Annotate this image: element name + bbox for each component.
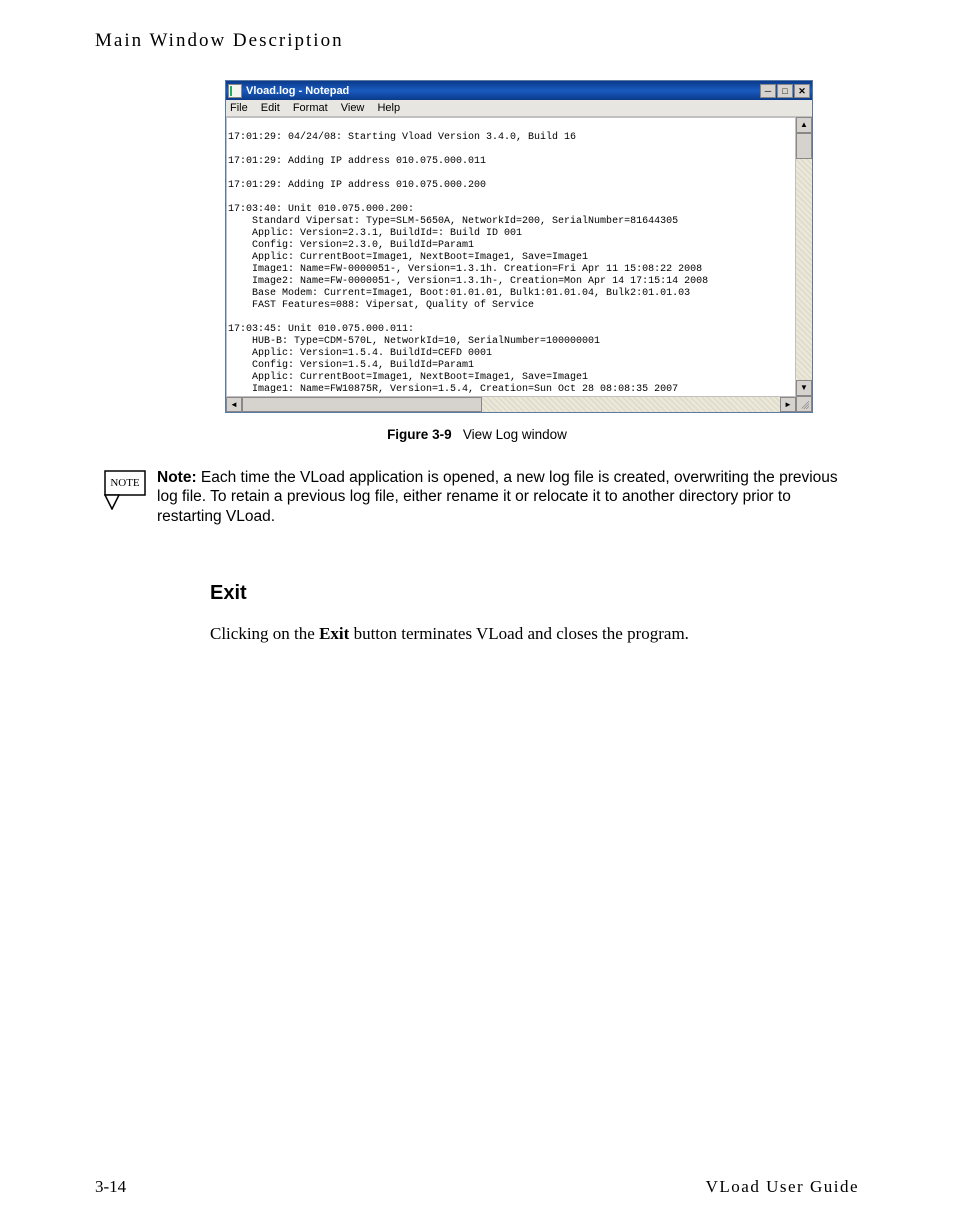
note-text: Note: Each time the VLoad application is…	[157, 468, 859, 526]
section-heading-exit: Exit	[210, 582, 859, 605]
note-badge-icon: NOTE	[95, 468, 147, 515]
notepad-window: Vload.log - Notepad ─ □ ✕ File Edit Form…	[225, 80, 813, 413]
scroll-thumb[interactable]	[796, 133, 812, 159]
log-text-area[interactable]: 17:01:29: 04/24/08: Starting Vload Versi…	[226, 117, 795, 396]
horizontal-scrollbar[interactable]: ◄ ►	[226, 396, 796, 412]
figure-text: View Log window	[463, 427, 567, 442]
menu-format[interactable]: Format	[293, 102, 328, 114]
menu-edit[interactable]: Edit	[261, 102, 280, 114]
resize-grip-icon[interactable]	[796, 396, 812, 412]
close-button[interactable]: ✕	[794, 84, 810, 98]
notepad-icon	[228, 84, 242, 98]
menu-file[interactable]: File	[230, 102, 248, 114]
page-header-title: Main Window Description	[95, 30, 859, 52]
menu-help[interactable]: Help	[377, 102, 400, 114]
scroll-up-icon[interactable]: ▲	[796, 117, 812, 133]
scroll-down-icon[interactable]: ▼	[796, 380, 812, 396]
note-label: Note:	[157, 469, 197, 486]
hscroll-track[interactable]	[482, 397, 780, 412]
footer-guide-title: VLoad User Guide	[706, 1177, 859, 1197]
minimize-button[interactable]: ─	[760, 84, 776, 98]
note-badge-text: NOTE	[110, 477, 140, 489]
menu-bar: File Edit Format View Help	[226, 100, 812, 117]
note-body: Each time the VLoad application is opene…	[157, 469, 838, 525]
scroll-track[interactable]	[796, 159, 812, 380]
page-number: 3-14	[95, 1177, 126, 1197]
window-titlebar: Vload.log - Notepad ─ □ ✕	[226, 81, 812, 100]
vertical-scrollbar[interactable]: ▲ ▼	[795, 117, 812, 396]
figure-label: Figure 3-9	[387, 427, 452, 442]
figure-caption: Figure 3-9 View Log window	[95, 427, 859, 442]
window-title: Vload.log - Notepad	[246, 85, 760, 97]
exit-paragraph: Clicking on the Exit button terminates V…	[210, 623, 859, 646]
scroll-left-icon[interactable]: ◄	[226, 397, 242, 412]
hscroll-thumb[interactable]	[242, 397, 482, 412]
menu-view[interactable]: View	[341, 102, 365, 114]
maximize-button[interactable]: □	[777, 84, 793, 98]
scroll-right-icon[interactable]: ►	[780, 397, 796, 412]
